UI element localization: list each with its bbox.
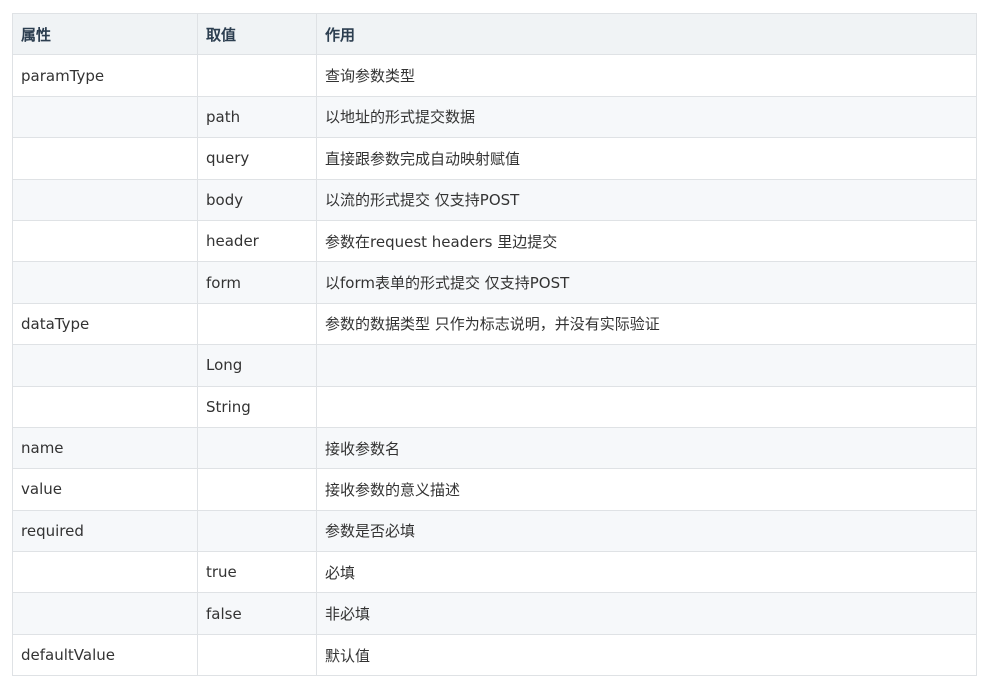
header-purpose: 作用 xyxy=(316,12,977,56)
cell-value xyxy=(197,468,317,511)
table-row: required 参数是否必填 xyxy=(12,509,977,553)
cell-attribute: value xyxy=(12,468,198,511)
cell-purpose: 必填 xyxy=(316,551,977,594)
table-row: defaultValue 默认值 xyxy=(12,633,977,677)
cell-value: body xyxy=(197,178,317,221)
cell-attribute xyxy=(12,592,198,635)
cell-attribute: required xyxy=(12,509,198,553)
cell-purpose: 查询参数类型 xyxy=(316,54,977,97)
cell-purpose: 接收参数的意义描述 xyxy=(316,468,977,511)
cell-purpose: 接收参数名 xyxy=(316,426,977,470)
cell-value xyxy=(197,633,317,677)
cell-value: form xyxy=(197,261,317,304)
cell-attribute xyxy=(12,219,198,263)
cell-value: true xyxy=(197,551,317,594)
header-attribute: 属性 xyxy=(12,12,198,56)
table-row: path 以地址的形式提交数据 xyxy=(12,95,977,139)
cell-value: query xyxy=(197,137,317,180)
table-row: false 非必填 xyxy=(12,592,977,635)
cell-purpose: 以地址的形式提交数据 xyxy=(316,95,977,139)
table-header-row: 属性 取值 作用 xyxy=(12,12,977,56)
cell-attribute xyxy=(12,551,198,594)
table-row: true 必填 xyxy=(12,551,977,594)
cell-purpose: 参数的数据类型 只作为标志说明，并没有实际验证 xyxy=(316,302,977,346)
content-area: 属性 取值 作用 paramType 查询参数类型 path 以地址的形式提交数… xyxy=(12,12,977,677)
cell-attribute xyxy=(12,178,198,221)
cell-value: false xyxy=(197,592,317,635)
table-row: header 参数在request headers 里边提交 xyxy=(12,219,977,263)
table-row: value 接收参数的意义描述 xyxy=(12,468,977,511)
cell-purpose: 以流的形式提交 仅支持POST xyxy=(316,178,977,221)
cell-attribute: paramType xyxy=(12,54,198,97)
table-row: body 以流的形式提交 仅支持POST xyxy=(12,178,977,221)
cell-attribute: dataType xyxy=(12,302,198,346)
table-row: form 以form表单的形式提交 仅支持POST xyxy=(12,261,977,304)
cell-purpose xyxy=(316,385,977,428)
cell-attribute: defaultValue xyxy=(12,633,198,677)
cell-attribute xyxy=(12,261,198,304)
cell-value xyxy=(197,54,317,97)
cell-value xyxy=(197,509,317,553)
cell-value xyxy=(197,426,317,470)
cell-value: String xyxy=(197,385,317,428)
cell-purpose: 默认值 xyxy=(316,633,977,677)
table-row: Long xyxy=(12,344,977,387)
cell-value xyxy=(197,302,317,346)
cell-attribute xyxy=(12,344,198,387)
header-value: 取值 xyxy=(197,12,317,56)
table-row: dataType 参数的数据类型 只作为标志说明，并没有实际验证 xyxy=(12,302,977,346)
table-row: paramType 查询参数类型 xyxy=(12,54,977,97)
cell-attribute xyxy=(12,95,198,139)
table-row: name 接收参数名 xyxy=(12,426,977,470)
cell-purpose: 参数在request headers 里边提交 xyxy=(316,219,977,263)
cell-value: header xyxy=(197,219,317,263)
table-row: String xyxy=(12,385,977,428)
cell-value: path xyxy=(197,95,317,139)
cell-purpose xyxy=(316,344,977,387)
attribute-table: 属性 取值 作用 paramType 查询参数类型 path 以地址的形式提交数… xyxy=(12,12,977,677)
table-row: query 直接跟参数完成自动映射赋值 xyxy=(12,137,977,180)
cell-purpose: 直接跟参数完成自动映射赋值 xyxy=(316,137,977,180)
cell-purpose: 以form表单的形式提交 仅支持POST xyxy=(316,261,977,304)
cell-value: Long xyxy=(197,344,317,387)
cell-attribute: name xyxy=(12,426,198,470)
cell-attribute xyxy=(12,385,198,428)
cell-purpose: 参数是否必填 xyxy=(316,509,977,553)
cell-attribute xyxy=(12,137,198,180)
cell-purpose: 非必填 xyxy=(316,592,977,635)
